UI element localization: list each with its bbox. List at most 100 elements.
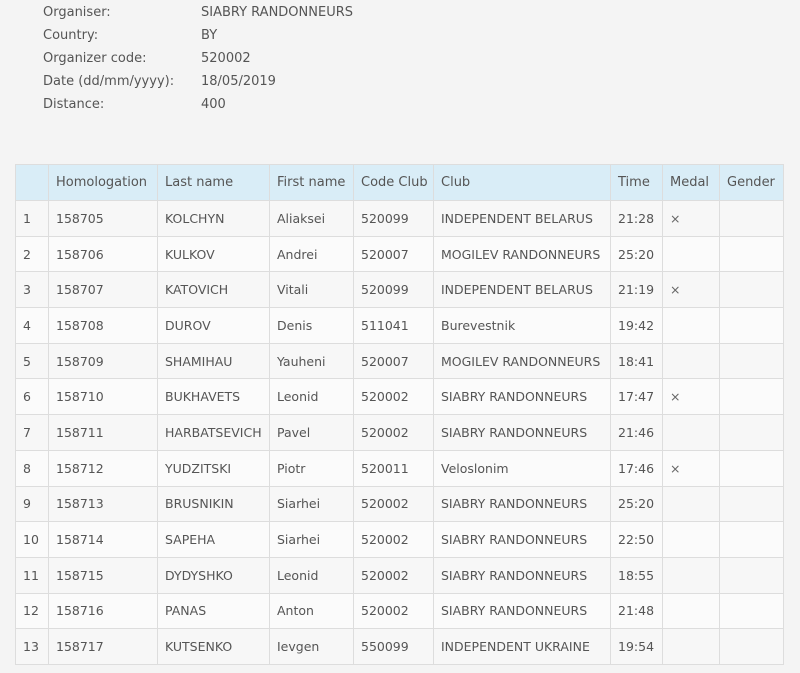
cell-last-name: KUTSENKO — [157, 628, 270, 665]
cell-time: 19:54 — [610, 628, 663, 665]
cell-last-name: KULKOV — [157, 235, 270, 273]
cell-homologation: 158714 — [48, 521, 158, 558]
column-header-club: Club — [433, 164, 611, 201]
table-row: 3 158707 KATOVICH Vitali 520099 INDEPENDENT B… — [15, 271, 784, 309]
table-row: 5 158709 SHAMIHAU Yauheni 520007 MOGILEV RAND… — [15, 342, 784, 380]
table-row: 8 158712 YUDZITSKI Piotr 520011 Veloslonim 17:… — [15, 449, 784, 487]
column-header-last-name: Last name — [157, 164, 270, 201]
table-row: 9 158713 BRUSNIKIN Siarhei 520002 SIABRY RAND… — [15, 485, 784, 523]
cell-first-name: Leonid — [269, 378, 354, 416]
cell-medal: × — [662, 378, 720, 416]
table-row: 11 158715 DYDYSHKO Leonid 520002 SIABRY RANDO… — [15, 556, 784, 594]
cell-last-name: KATOVICH — [157, 271, 270, 309]
table-row: 2 158706 KULKOV Andrei 520007 MOGILEV RANDONN… — [15, 235, 784, 273]
cell-last-name: BUKHAVETS — [157, 378, 270, 416]
cell-first-name: Piotr — [269, 449, 354, 487]
cell-medal — [662, 628, 720, 665]
cell-first-name: Siarhei — [269, 485, 354, 523]
table-row: 6 158710 BUKHAVETS Leonid 520002 SIABRY RANDO… — [15, 378, 784, 416]
cell-homologation: 158707 — [48, 271, 158, 309]
cell-club: SIABRY RANDONNEURS — [433, 485, 611, 523]
cell-index: 12 — [15, 592, 49, 630]
cell-gender — [719, 342, 784, 380]
cell-first-name: Ievgen — [269, 628, 354, 665]
cell-medal: × — [662, 449, 720, 487]
cell-homologation: 158709 — [48, 342, 158, 380]
cell-medal — [662, 521, 720, 558]
cell-time: 19:42 — [610, 307, 663, 344]
cell-medal: × — [662, 271, 720, 309]
cell-time: 17:47 — [610, 378, 663, 416]
cell-club: SIABRY RANDONNEURS — [433, 521, 611, 558]
cell-medal — [662, 556, 720, 594]
info-value: 400 — [201, 97, 226, 112]
cell-club: Burevestnik — [433, 307, 611, 344]
cell-club: MOGILEV RANDONNEURS — [433, 342, 611, 380]
info-value: 18/05/2019 — [201, 74, 276, 89]
cell-last-name: SHAMIHAU — [157, 342, 270, 380]
cell-homologation: 158708 — [48, 307, 158, 344]
cell-code-club: 520002 — [353, 485, 434, 523]
cell-index: 2 — [15, 235, 49, 273]
cell-code-club: 520007 — [353, 342, 434, 380]
cell-first-name: Pavel — [269, 414, 354, 451]
cell-first-name: Aliaksei — [269, 200, 354, 237]
header-row: Homologation Last name First name Code Club… — [15, 164, 784, 201]
info-row-organiser: Organiser: SIABRY RANDONNEURS — [43, 4, 353, 27]
cell-club: INDEPENDENT BELARUS — [433, 271, 611, 309]
cell-first-name: Leonid — [269, 556, 354, 594]
cell-index: 6 — [15, 378, 49, 416]
cell-club: MOGILEV RANDONNEURS — [433, 235, 611, 273]
cell-gender — [719, 485, 784, 523]
cell-homologation: 158712 — [48, 449, 158, 487]
cell-medal — [662, 235, 720, 273]
cell-first-name: Anton — [269, 592, 354, 630]
cell-index: 3 — [15, 271, 49, 309]
cell-last-name: BRUSNIKIN — [157, 485, 270, 523]
info-row-date: Date (dd/mm/yyyy): 18/05/2019 — [43, 73, 353, 96]
cell-club: INDEPENDENT BELARUS — [433, 200, 611, 237]
cell-code-club: 520002 — [353, 414, 434, 451]
table-header: Homologation Last name First name Code Club… — [15, 164, 784, 201]
cell-last-name: KOLCHYN — [157, 200, 270, 237]
cell-last-name: DUROV — [157, 307, 270, 344]
info-value: SIABRY RANDONNEURS — [201, 5, 354, 20]
event-info: Organiser: SIABRY RANDONNEURS Country: B… — [43, 4, 353, 119]
cell-gender — [719, 449, 784, 487]
cell-time: 25:20 — [610, 235, 663, 273]
cell-index: 13 — [15, 628, 49, 665]
cell-index: 11 — [15, 556, 49, 594]
cell-time: 21:48 — [610, 592, 663, 630]
info-label: Country: — [43, 28, 99, 43]
cell-homologation: 158711 — [48, 414, 158, 451]
results-table: Homologation Last name First name Code Club… — [15, 164, 784, 665]
cell-index: 10 — [15, 521, 49, 558]
info-label: Date (dd/mm/yyyy): — [43, 74, 175, 89]
column-header-gender: Gender — [719, 164, 784, 201]
info-row-organizer-code: Organizer code: 520002 — [43, 50, 353, 73]
column-header-medal: Medal — [662, 164, 720, 201]
cell-index: 4 — [15, 307, 49, 344]
cell-time: 21:19 — [610, 271, 663, 309]
info-label: Organizer code: — [43, 51, 147, 66]
cell-code-club: 520002 — [353, 592, 434, 630]
cell-club: SIABRY RANDONNEURS — [433, 592, 611, 630]
cell-homologation: 158716 — [48, 592, 158, 630]
info-value: 520002 — [201, 51, 251, 66]
table-row: 4 158708 DUROV Denis 511041 Burevestnik 19:42 — [15, 307, 784, 344]
info-value: BY — [201, 28, 218, 43]
cell-last-name: PANAS — [157, 592, 270, 630]
cell-first-name: Siarhei — [269, 521, 354, 558]
cell-first-name: Andrei — [269, 235, 354, 273]
info-label: Distance: — [43, 97, 105, 112]
cell-first-name: Vitali — [269, 271, 354, 309]
cell-code-club: 520099 — [353, 271, 434, 309]
column-header-code-club: Code Club — [353, 164, 434, 201]
table-row: 1 158705 KOLCHYN Aliaksei 520099 INDEPENDENT … — [15, 200, 784, 237]
cell-club: INDEPENDENT UKRAINE — [433, 628, 611, 665]
cell-homologation: 158710 — [48, 378, 158, 416]
table-row: 13 158717 KUTSENKO Ievgen 550099 INDEPENDENT … — [15, 628, 784, 665]
cell-index: 1 — [15, 200, 49, 237]
cell-gender — [719, 378, 784, 416]
cell-code-club: 520099 — [353, 200, 434, 237]
